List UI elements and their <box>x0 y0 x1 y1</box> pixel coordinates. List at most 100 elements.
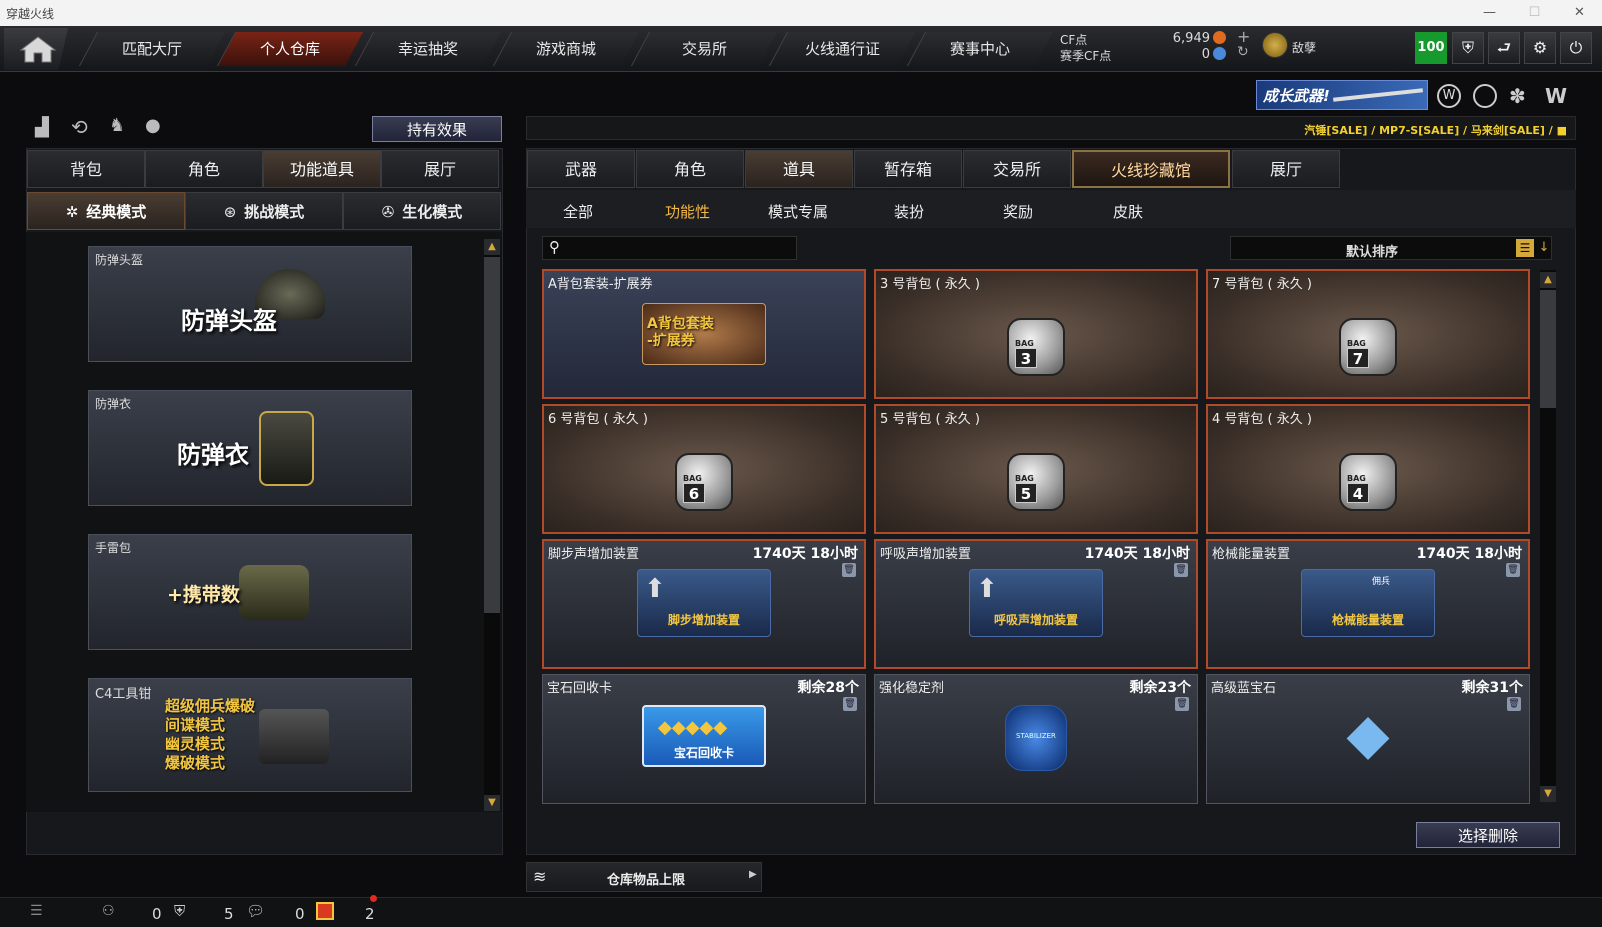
left-scroll-down[interactable]: ▼ <box>484 795 500 811</box>
backpack-icon: BAG 3 <box>1007 317 1065 376</box>
bottom-status-bar: ☰ ⚇ 0 ⛨ 5 💬︎ 0 2 <box>0 895 1602 927</box>
wings-icon[interactable]: W <box>1545 84 1567 108</box>
item-card[interactable]: 呼吸声增加装置 1740天 18小时 🗑︎ ⬆ 呼吸声增加装置 <box>874 539 1198 669</box>
left-tab-1[interactable]: 背包 <box>27 150 145 188</box>
chat-icon[interactable]: 💬︎ <box>246 902 265 920</box>
bag-label: BAG <box>1347 473 1366 483</box>
item-card-helmet[interactable]: 防弹头盔 防弹头盔 <box>88 246 412 362</box>
medal-icon[interactable]: W <box>1437 84 1461 108</box>
item-card[interactable]: 强化稳定剂 剩余23个 🗑︎ STABILIZER <box>874 674 1198 804</box>
device-image: ⬆ 呼吸声增加装置 <box>969 569 1103 637</box>
item-card[interactable]: 宝石回收卡 剩余28个 🗑︎ ◆◆◆◆◆ 宝石回收卡 <box>542 674 866 804</box>
delete-selected-button[interactable]: 选择删除 <box>1416 822 1560 848</box>
clan-count: 5 <box>224 905 234 923</box>
nav-tab-4[interactable]: 游戏商城 <box>492 32 640 66</box>
device-image: ⬆ 脚步增加装置 <box>637 569 771 637</box>
right-tab-7[interactable]: 展厅 <box>1232 150 1340 188</box>
left-scroll-thumb[interactable] <box>484 257 500 613</box>
character-icon[interactable]: ♞ <box>109 115 125 136</box>
item-card[interactable]: 7 号背包 ( 永久 ) BAG 7 <box>1206 269 1530 399</box>
item-card-c4-pliers[interactable]: C4工具钳 超级佣兵爆破 间谍模式 幽灵模式 爆破模式 <box>88 678 412 792</box>
right-tab-4[interactable]: 暂存箱 <box>854 150 962 188</box>
power-icon[interactable]: ⏻ <box>1560 32 1592 64</box>
sort-dropdown[interactable]: 默认排序 ☰ ↓ <box>1230 236 1552 260</box>
subtab-3[interactable]: 模式专属 <box>768 201 828 222</box>
right-tab-2[interactable]: 角色 <box>636 150 744 188</box>
item-card[interactable]: 5 号背包 ( 永久 ) BAG 5 <box>874 404 1198 534</box>
left-tab-3[interactable]: 功能道具 <box>263 150 381 188</box>
ticker-bar: 汽锤[SALE] / MP7-S[SALE] / 马来剑[SALE] / ■ <box>526 116 1576 140</box>
list-icon[interactable]: ☰ <box>1516 239 1534 257</box>
storage-limit-bar[interactable]: ≋ 仓库物品上限 ▶ <box>526 862 762 892</box>
item-card[interactable]: 脚步声增加装置 1740天 18小时 🗑︎ ⬆ 脚步增加装置 <box>542 539 866 669</box>
item-card[interactable]: 3 号背包 ( 永久 ) BAG 3 <box>874 269 1198 399</box>
item-art-subtext: 佣兵 <box>1372 577 1391 587</box>
trash-icon[interactable]: 🗑︎ <box>843 697 857 711</box>
nav-tab-2[interactable]: 个人仓库 <box>216 32 364 66</box>
subtab-2[interactable]: 功能性 <box>665 201 710 222</box>
close-button[interactable]: ✕ <box>1557 0 1602 26</box>
mode-tab-2[interactable]: ⊛ 挑战模式 <box>185 192 343 230</box>
trash-icon[interactable]: 🗑︎ <box>1507 697 1521 711</box>
trash-icon[interactable]: 🗑︎ <box>1174 563 1188 577</box>
trash-icon[interactable]: 🗑︎ <box>842 563 856 577</box>
nav-tab-5[interactable]: 交易所 <box>630 32 778 66</box>
nav-tab-6[interactable]: 火线通行证 <box>768 32 916 66</box>
item-card[interactable]: A背包套装-扩展券 A背包套装 -扩展券 <box>542 269 866 399</box>
right-tab-5[interactable]: 交易所 <box>963 150 1071 188</box>
item-art-text: 脚步增加装置 <box>667 613 740 627</box>
refresh-icon[interactable]: ↻ <box>1237 44 1249 60</box>
item-card[interactable]: 枪械能量装置 1740天 18小时 🗑︎ 枪械能量装置 佣兵 <box>1206 539 1530 669</box>
history-icon[interactable]: ⟲ <box>71 115 88 139</box>
item-card[interactable]: 高级蓝宝石 剩余31个 🗑︎ ◆ <box>1206 674 1530 804</box>
item-card-grenade-pack[interactable]: 手雷包 +携带数 <box>88 534 412 650</box>
grenade-icon[interactable]: ● <box>145 115 161 136</box>
trash-icon[interactable]: 🗑︎ <box>1175 697 1189 711</box>
item-card[interactable]: 6 号背包 ( 永久 ) BAG 6 <box>542 404 866 534</box>
shield-icon[interactable]: ⛨ <box>1452 32 1484 64</box>
left-tab-4[interactable]: 展厅 <box>381 150 499 188</box>
right-tab-6[interactable]: 火线珍藏馆 <box>1072 150 1230 188</box>
window-title: 穿越火线 <box>6 7 55 21</box>
right-scroll-thumb[interactable] <box>1540 290 1556 408</box>
rifle-icon <box>1333 88 1423 102</box>
effects-button[interactable]: 持有效果 <box>372 116 502 142</box>
subtab-6[interactable]: 皮肤 <box>1113 201 1143 222</box>
sort-direction-icon[interactable]: ↓ <box>1536 239 1552 257</box>
subtab-5[interactable]: 奖励 <box>1003 201 1033 222</box>
item-card[interactable]: 4 号背包 ( 永久 ) BAG 4 <box>1206 404 1530 534</box>
nav-tab-1[interactable]: 匹配大厅 <box>78 32 226 66</box>
growth-weapon-banner[interactable]: 成长武器! <box>1256 80 1428 110</box>
menu-icon[interactable]: ☰ <box>30 903 43 919</box>
ranking-icon[interactable]: ▟ <box>35 117 49 138</box>
left-tab-2[interactable]: 角色 <box>145 150 263 188</box>
globe-icon[interactable] <box>1473 84 1497 108</box>
item-card-vest[interactable]: 防弹衣 防弹衣 <box>88 390 412 506</box>
clan-shield-icon[interactable]: ⛨ <box>174 902 185 920</box>
nav-tab-7[interactable]: 赛事中心 <box>906 32 1054 66</box>
right-tab-3[interactable]: 道具 <box>745 150 853 188</box>
expand-arrow-icon[interactable]: ▶ <box>749 869 757 880</box>
mode-tab-1[interactable]: ✲ 经典模式 <box>27 192 185 230</box>
maximize-button[interactable]: ☐ <box>1512 0 1557 26</box>
wreath-icon[interactable]: ✽ <box>1509 84 1526 108</box>
trash-icon[interactable]: 🗑︎ <box>1506 563 1520 577</box>
mode-tab-3[interactable]: ✇ 生化模式 <box>343 192 501 230</box>
right-scroll-down[interactable]: ▼ <box>1540 786 1556 802</box>
subtab-1[interactable]: 全部 <box>563 201 593 222</box>
gift-icon[interactable] <box>316 902 334 920</box>
subtab-4[interactable]: 装扮 <box>894 201 924 222</box>
nav-tab-3[interactable]: 幸运抽奖 <box>354 32 502 66</box>
minimize-button[interactable]: — <box>1467 0 1512 26</box>
right-scroll-up[interactable]: ▲ <box>1540 272 1556 288</box>
search-input[interactable]: ⚲ <box>542 236 797 260</box>
item-caption: 防弹衣 <box>95 397 132 411</box>
left-scroll-up[interactable]: ▲ <box>484 239 500 255</box>
home-button[interactable] <box>4 28 68 70</box>
item-art-text: 防弹头盔 <box>181 307 277 335</box>
exit-room-icon[interactable]: ⮐ <box>1488 32 1520 64</box>
gear-icon[interactable]: ⚙ <box>1524 32 1556 64</box>
rank-badge-icon <box>1262 32 1288 58</box>
right-tab-1[interactable]: 武器 <box>527 150 635 188</box>
friends-icon[interactable]: ⚇ <box>102 903 115 919</box>
